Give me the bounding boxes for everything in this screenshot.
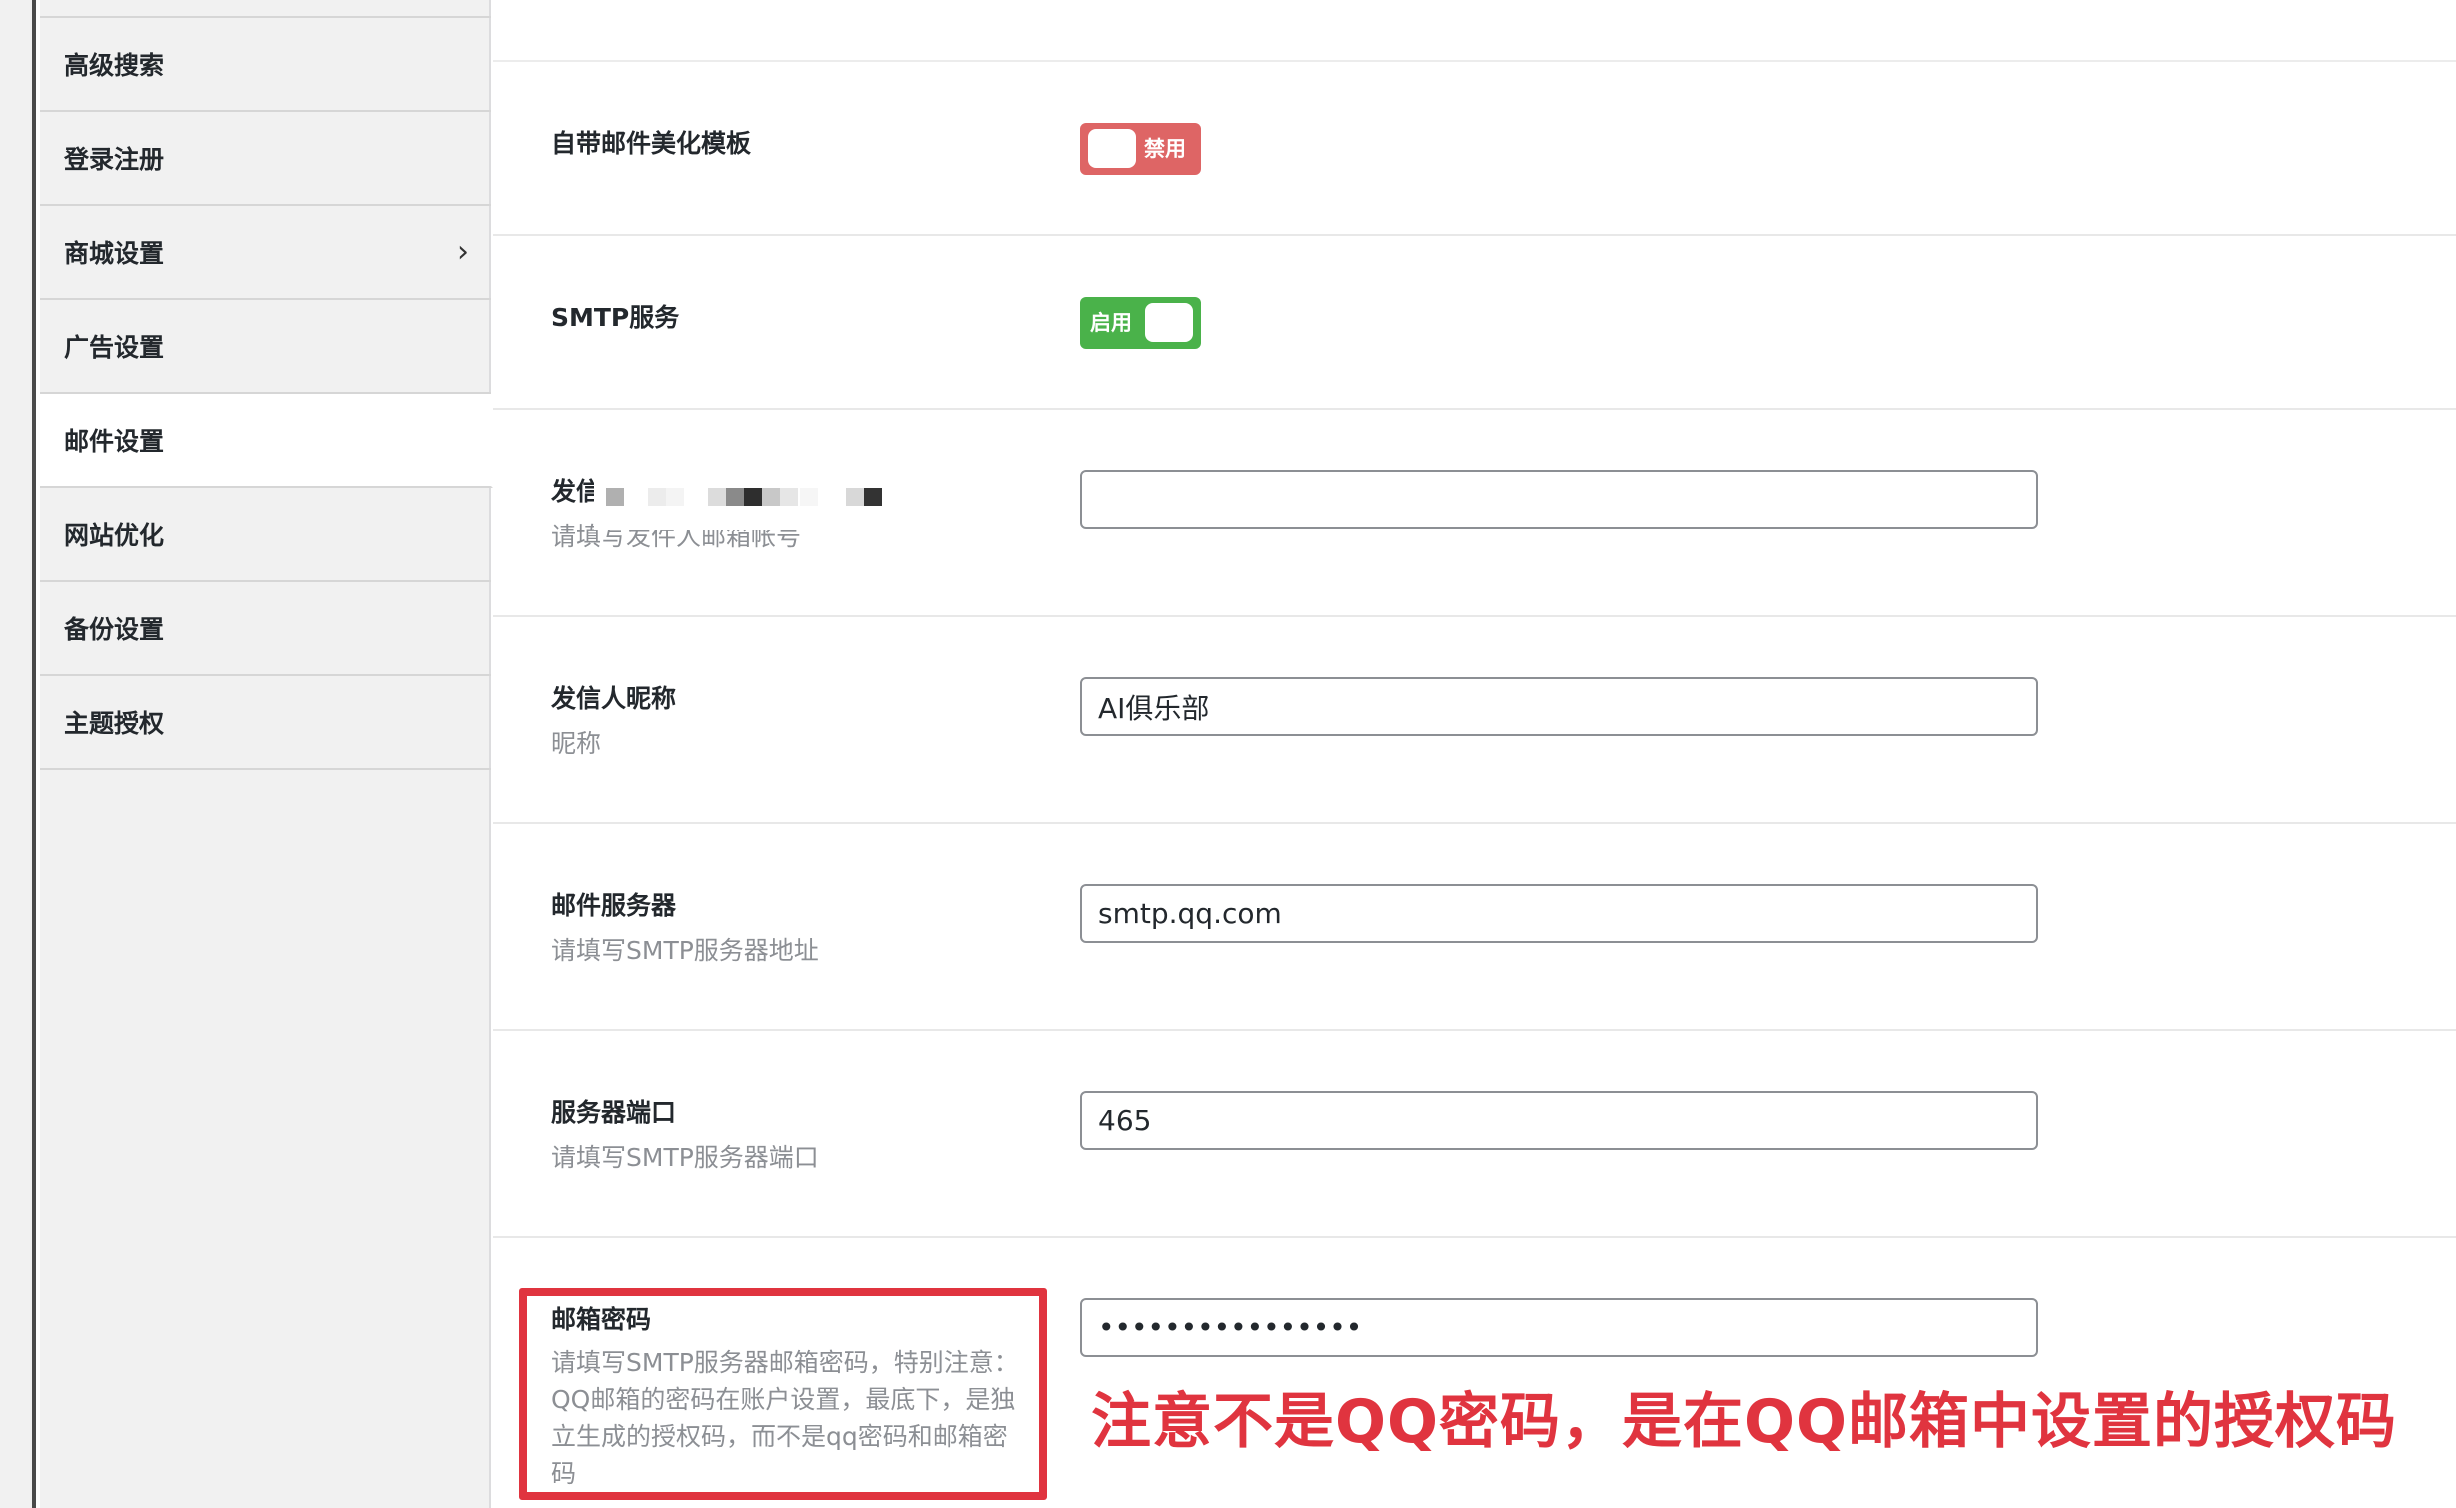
sidebar-item-label: 网站优化 (64, 521, 165, 550)
sender-email-input[interactable] (1080, 470, 2038, 529)
toggle-state-label: 启用 (1090, 311, 1132, 335)
password-highlight-box (519, 1288, 1047, 1500)
sidebar-top-divider (40, 0, 491, 18)
setting-description: 昵称 (551, 729, 602, 758)
setting-row-smtp: SMTP服务 启用 (493, 236, 2456, 410)
sidebar-item-ad-settings[interactable]: 广告设置 (40, 300, 491, 394)
sidebar-item-label: 广告设置 (64, 333, 165, 362)
smtp-toggle[interactable]: 启用 (1080, 297, 1201, 349)
window-edge (0, 0, 36, 1508)
toggle-knob (1145, 303, 1193, 342)
setting-description: 请填写SMTP服务器端口 (551, 1143, 819, 1172)
toggle-state-label: 禁用 (1144, 137, 1186, 161)
sidebar-item-advanced-search[interactable]: 高级搜索 (40, 18, 491, 112)
mail-password-input[interactable] (1080, 1298, 2038, 1357)
mosaic-pixel (666, 488, 684, 506)
mail-server-input[interactable] (1080, 884, 2038, 943)
toggle-knob (1088, 129, 1136, 168)
template-toggle[interactable]: 禁用 (1080, 123, 1201, 175)
password-annotation: 注意不是QQ密码，是在QQ邮箱中设置的授权码 (1091, 1387, 2398, 1457)
server-port-input[interactable] (1080, 1091, 2038, 1150)
panel-top-strip (493, 0, 2456, 62)
redaction-mosaic (594, 470, 936, 530)
mosaic-pixel (648, 488, 666, 506)
mosaic-pixel (744, 488, 762, 506)
setting-label: SMTP服务 (551, 303, 680, 332)
mosaic-pixel (780, 488, 798, 506)
sidebar-item-label: 邮件设置 (64, 427, 165, 456)
setting-row-server-port: 服务器端口 请填写SMTP服务器端口 (493, 1031, 2456, 1238)
setting-label: 邮件服务器 (551, 891, 677, 920)
setting-row-sender-name: 发信人昵称 昵称 (493, 617, 2456, 824)
setting-description: 请填写SMTP服务器地址 (551, 936, 819, 965)
setting-label: 发信人昵称 (551, 684, 677, 713)
sidebar-item-mail-settings[interactable]: 邮件设置 (40, 394, 493, 488)
setting-row-mail-server: 邮件服务器 请填写SMTP服务器地址 (493, 824, 2456, 1031)
sidebar-item-shop-settings[interactable]: 商城设置 › (40, 206, 491, 300)
setting-label: 服务器端口 (551, 1098, 677, 1127)
mosaic-pixel (726, 488, 744, 506)
sidebar-item-label: 主题授权 (64, 709, 165, 738)
mosaic-pixel (800, 488, 818, 506)
mosaic-pixel (864, 488, 882, 506)
mail-settings-panel: 自带邮件美化模板 禁用 SMTP服务 启用 发信邮箱 请填写发件人邮箱帐号 发信… (493, 0, 2456, 1508)
sidebar-item-login-register[interactable]: 登录注册 (40, 112, 491, 206)
settings-sidebar: 高级搜索 登录注册 商城设置 › 广告设置 邮件设置 网站优化 备份设置 主题授… (40, 0, 493, 1508)
sidebar-item-seo[interactable]: 网站优化 (40, 488, 491, 582)
chevron-right-icon: › (457, 234, 469, 270)
sidebar-item-backup-settings[interactable]: 备份设置 (40, 582, 491, 676)
mosaic-pixel (606, 488, 624, 506)
setting-row-template: 自带邮件美化模板 禁用 (493, 62, 2456, 236)
mosaic-pixel (762, 488, 780, 506)
sidebar-item-theme-license[interactable]: 主题授权 (40, 676, 491, 770)
setting-label: 自带邮件美化模板 (551, 129, 752, 158)
sidebar-item-label: 备份设置 (64, 615, 165, 644)
mosaic-pixel (846, 488, 864, 506)
sender-name-input[interactable] (1080, 677, 2038, 736)
sidebar-item-label: 商城设置 (64, 239, 165, 268)
sidebar-item-label: 登录注册 (64, 145, 165, 174)
mosaic-pixel (708, 488, 726, 506)
sidebar-item-label: 高级搜索 (64, 51, 165, 80)
